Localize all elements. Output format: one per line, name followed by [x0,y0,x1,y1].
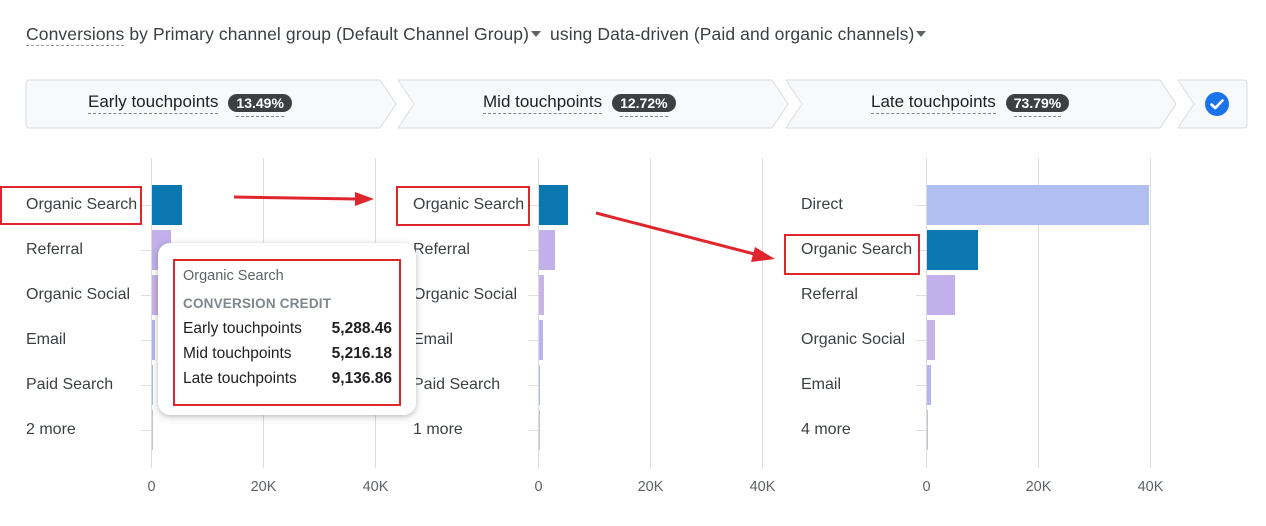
y-tick-mark [528,295,538,296]
y-tick-mark [141,250,151,251]
category-label[interactable]: Paid Search [26,376,113,394]
y-tick-mark [141,295,151,296]
y-tick-mark [141,205,151,206]
y-tick-mark [141,430,151,431]
category-label[interactable]: 2 more [26,421,76,439]
step-mid-percent: 12.72% [612,94,676,117]
highlight-box-tooltip [173,259,401,406]
bar-paid-search[interactable] [152,365,154,405]
tooltip: Organic Search CONVERSION CREDIT Early t… [158,243,416,415]
gridline [1150,158,1151,468]
bar-email[interactable] [927,365,931,405]
bar-email[interactable] [539,320,543,360]
bar-organic-social[interactable] [152,275,158,315]
highlight-box-late-organic-search [784,234,920,275]
highlight-box-mid-organic-search [396,186,530,226]
x-tick-label: 0 [534,479,543,495]
x-tick-label: 20K [250,479,277,495]
highlight-box-early-organic-search [0,186,142,225]
category-label[interactable]: Organic Social [26,286,130,304]
x-tick-label: 20K [1025,479,1052,495]
bar-organic-social[interactable] [927,320,935,360]
y-tick-mark [528,250,538,251]
x-tick-label: 40K [749,479,776,495]
gridline [762,158,763,468]
steps-background [25,79,1248,129]
x-tick-label: 0 [147,479,156,495]
arrow-early-to-mid [233,192,374,206]
category-label[interactable]: Direct [801,196,843,214]
y-tick-mark [916,340,926,341]
x-tick-label: 20K [637,479,664,495]
y-tick-mark [528,430,538,431]
bar-organic-search[interactable] [927,230,979,270]
touchpoint-steps: Early touchpoints 13.49% Mid touchpoints… [0,0,1266,140]
step-late-percent: 73.79% [1005,94,1070,117]
bar-organic-search[interactable] [152,185,182,225]
category-label[interactable]: 4 more [801,421,851,439]
x-tick-label: 0 [922,479,931,495]
category-label[interactable]: Email [801,376,841,394]
bar-organic-search[interactable] [539,185,569,225]
bar-direct[interactable] [927,185,1150,225]
y-tick-mark [916,295,926,296]
bar-4-more[interactable] [927,410,928,450]
arrow-mid-to-late [595,211,775,262]
y-tick-mark [916,205,926,206]
category-label[interactable]: Referral [413,241,470,259]
category-label[interactable]: Organic Social [801,331,905,349]
bar-paid-search[interactable] [539,365,540,405]
bar-email[interactable] [152,320,155,360]
category-label[interactable]: 1 more [413,421,463,439]
step-mid[interactable]: Mid touchpoints 12.72% [483,92,676,117]
step-early-percent: 13.49% [228,94,292,117]
y-tick-mark [916,385,926,386]
y-tick-mark [916,430,926,431]
category-label[interactable]: Paid Search [413,376,500,394]
category-label[interactable]: Email [413,331,453,349]
step-early-label: Early touchpoints [88,92,219,114]
bar-2-more[interactable] [152,410,153,450]
gridline [650,158,651,468]
category-label[interactable]: Email [26,331,66,349]
x-tick-label: 40K [1137,479,1164,495]
y-tick-mark [528,340,538,341]
category-label[interactable]: Referral [801,286,858,304]
y-tick-mark [141,385,151,386]
y-tick-mark [528,385,538,386]
bar-referral[interactable] [539,230,556,270]
x-tick-label: 40K [362,479,389,495]
bar-1-more[interactable] [539,410,540,450]
bar-referral[interactable] [927,275,955,315]
step-late-label: Late touchpoints [871,92,996,114]
step-early[interactable]: Early touchpoints 13.49% [88,92,292,117]
step-mid-label: Mid touchpoints [483,92,603,114]
y-tick-mark [141,340,151,341]
category-label[interactable]: Referral [26,241,83,259]
category-label[interactable]: Organic Social [413,286,517,304]
bar-organic-social[interactable] [539,275,545,315]
step-late[interactable]: Late touchpoints 73.79% [871,92,1070,117]
check-circle-icon[interactable] [1205,92,1229,116]
